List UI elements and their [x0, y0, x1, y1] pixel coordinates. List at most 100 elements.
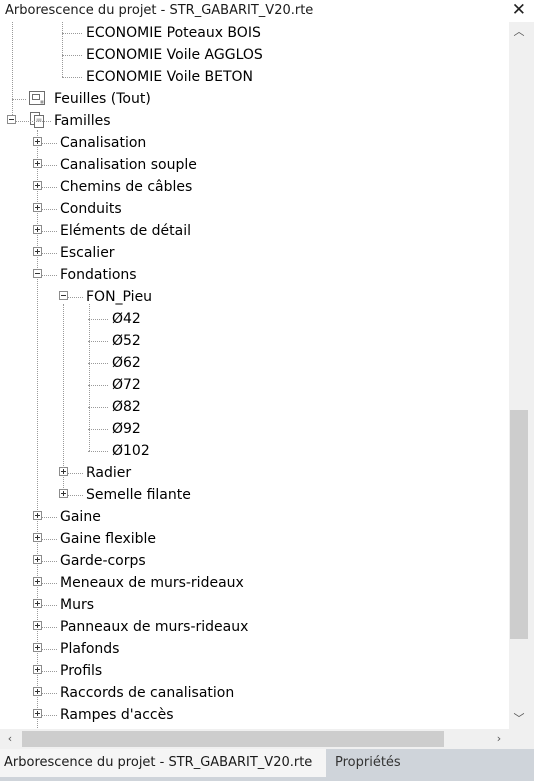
tree-item-label: Familles — [54, 113, 111, 129]
tree-item-meneaux[interactable]: Meneaux de murs-rideaux — [0, 572, 509, 594]
scroll-up-icon[interactable]: ︿ — [509, 22, 529, 42]
tree-item-elements-de-detail[interactable]: Eléments de détail — [0, 220, 509, 242]
tree-item-canalisation-souple[interactable]: Canalisation souple — [0, 154, 509, 176]
tree-item-label: Profils — [60, 663, 103, 679]
tree-item-label: Gaine flexible — [60, 531, 157, 547]
tree-item-economie-poteaux-bois[interactable]: ECONOMIE Poteaux BOIS — [0, 22, 509, 44]
tree-item-panneaux[interactable]: Panneaux de murs-rideaux — [0, 616, 509, 638]
tree-line — [42, 231, 57, 232]
scroll-right-icon[interactable]: › — [489, 729, 509, 749]
tree-line — [88, 385, 108, 386]
tree-item-economie-voile-agglos[interactable]: ECONOMIE Voile AGGLOS — [0, 44, 509, 66]
tree-line — [42, 165, 57, 166]
tree-line — [16, 121, 51, 122]
scrollbar-corner — [509, 729, 534, 749]
tree-line — [42, 253, 57, 254]
collapse-icon[interactable] — [59, 291, 68, 300]
tree-item-economie-voile-beton[interactable]: ECONOMIE Voile BETON — [0, 66, 509, 88]
tree-item-label: Ø72 — [112, 377, 141, 393]
tree-item-label: Radier — [86, 465, 132, 481]
tree-item-raccords[interactable]: Raccords de canalisation — [0, 682, 509, 704]
project-browser-tree[interactable]: // placeholder: horizontals drawn by scr… — [0, 22, 509, 729]
tree-item-plafonds[interactable]: Plafonds — [0, 638, 509, 660]
tree-item-gaine[interactable]: Gaine — [0, 506, 509, 528]
tree-item-d42[interactable]: Ø42 — [0, 308, 509, 330]
tree-item-d102[interactable]: Ø102 — [0, 440, 509, 462]
tree-item-d82[interactable]: Ø82 — [0, 396, 509, 418]
tree-item-fondations[interactable]: Fondations — [0, 264, 509, 286]
expand-icon[interactable] — [59, 467, 68, 476]
tree-line — [42, 275, 57, 276]
expand-icon[interactable] — [33, 577, 42, 586]
collapse-icon[interactable] — [7, 115, 16, 124]
expand-icon[interactable] — [33, 709, 42, 718]
tree-item-label: ECONOMIE Poteaux BOIS — [86, 25, 261, 41]
tree-line — [88, 451, 108, 452]
tree-item-d92[interactable]: Ø92 — [0, 418, 509, 440]
expand-icon[interactable] — [33, 555, 42, 564]
tree-item-label: Ø102 — [112, 443, 150, 459]
tree-item-label: ECONOMIE Voile BETON — [86, 69, 254, 85]
scroll-left-icon[interactable]: ‹ — [0, 729, 20, 749]
expand-icon[interactable] — [33, 599, 42, 608]
tree-line — [88, 363, 108, 364]
tree-item-d52[interactable]: Ø52 — [0, 330, 509, 352]
tree-line — [42, 187, 57, 188]
tree-item-d72[interactable]: Ø72 — [0, 374, 509, 396]
tab-project-browser[interactable]: Arborescence du projet - STR_GABARIT_V20… — [0, 749, 326, 777]
tree-item-label: Ø52 — [112, 333, 141, 349]
tab-properties[interactable]: Propriétés — [329, 749, 439, 777]
horizontal-scroll-thumb[interactable] — [22, 731, 444, 747]
close-icon[interactable]: ✕ — [512, 0, 526, 20]
expand-icon[interactable] — [59, 489, 68, 498]
tree-item-d62[interactable]: Ø62 — [0, 352, 509, 374]
tree-line — [68, 473, 83, 474]
expand-icon[interactable] — [33, 181, 42, 190]
expand-icon[interactable] — [33, 643, 42, 652]
tree-line — [42, 649, 57, 650]
tree-item-label: Feuilles (Tout) — [54, 91, 151, 107]
tree-item-label: Murs — [60, 597, 95, 613]
expand-icon[interactable] — [33, 137, 42, 146]
tree-item-label: Canalisation — [60, 135, 147, 151]
tree-item-profils[interactable]: Profils — [0, 660, 509, 682]
expand-icon[interactable] — [33, 687, 42, 696]
tree-item-canalisation[interactable]: Canalisation — [0, 132, 509, 154]
tree-item-label: Meneaux de murs-rideaux — [60, 575, 244, 591]
tree-line — [42, 561, 57, 562]
tree-item-familles[interactable]: Familles — [0, 110, 509, 132]
tree-line — [42, 627, 57, 628]
tree-line — [88, 429, 108, 430]
tree-item-label: Rampes d'accès — [60, 707, 174, 723]
expand-icon[interactable] — [33, 511, 42, 520]
tree-item-label: Semelle filante — [86, 487, 191, 503]
expand-icon[interactable] — [33, 621, 42, 630]
tree-item-chemins-de-cables[interactable]: Chemins de câbles — [0, 176, 509, 198]
scroll-down-icon[interactable]: ﹀ — [509, 709, 529, 729]
tree-item-conduits[interactable]: Conduits — [0, 198, 509, 220]
tree-line — [42, 605, 57, 606]
expand-icon[interactable] — [33, 203, 42, 212]
tree-item-garde-corps[interactable]: Garde-corps — [0, 550, 509, 572]
expand-icon[interactable] — [33, 159, 42, 168]
vertical-scroll-thumb[interactable] — [510, 410, 528, 639]
tree-item-label: Raccords de canalisation — [60, 685, 235, 701]
tree-item-escalier[interactable]: Escalier — [0, 242, 509, 264]
expand-icon[interactable] — [33, 533, 42, 542]
expand-icon[interactable] — [33, 225, 42, 234]
tree-item-label: ECONOMIE Voile AGGLOS — [86, 47, 263, 63]
tree-item-feuilles[interactable]: Feuilles (Tout) — [0, 88, 509, 110]
tree-item-label: Conduits — [60, 201, 122, 217]
expand-icon[interactable] — [33, 665, 42, 674]
sheets-icon — [27, 88, 47, 108]
tree-item-murs[interactable]: Murs — [0, 594, 509, 616]
tree-item-rampes[interactable]: Rampes d'accès — [0, 704, 509, 726]
tree-item-label: Garde-corps — [60, 553, 146, 569]
collapse-icon[interactable] — [33, 269, 42, 278]
horizontal-scrollbar[interactable]: ‹ › — [0, 729, 509, 749]
tree-line — [42, 715, 57, 716]
tree-line — [68, 297, 83, 298]
tree-item-gaine-flexible[interactable]: Gaine flexible — [0, 528, 509, 550]
expand-icon[interactable] — [33, 247, 42, 256]
vertical-scrollbar[interactable]: ︿ ﹀ — [509, 22, 529, 729]
